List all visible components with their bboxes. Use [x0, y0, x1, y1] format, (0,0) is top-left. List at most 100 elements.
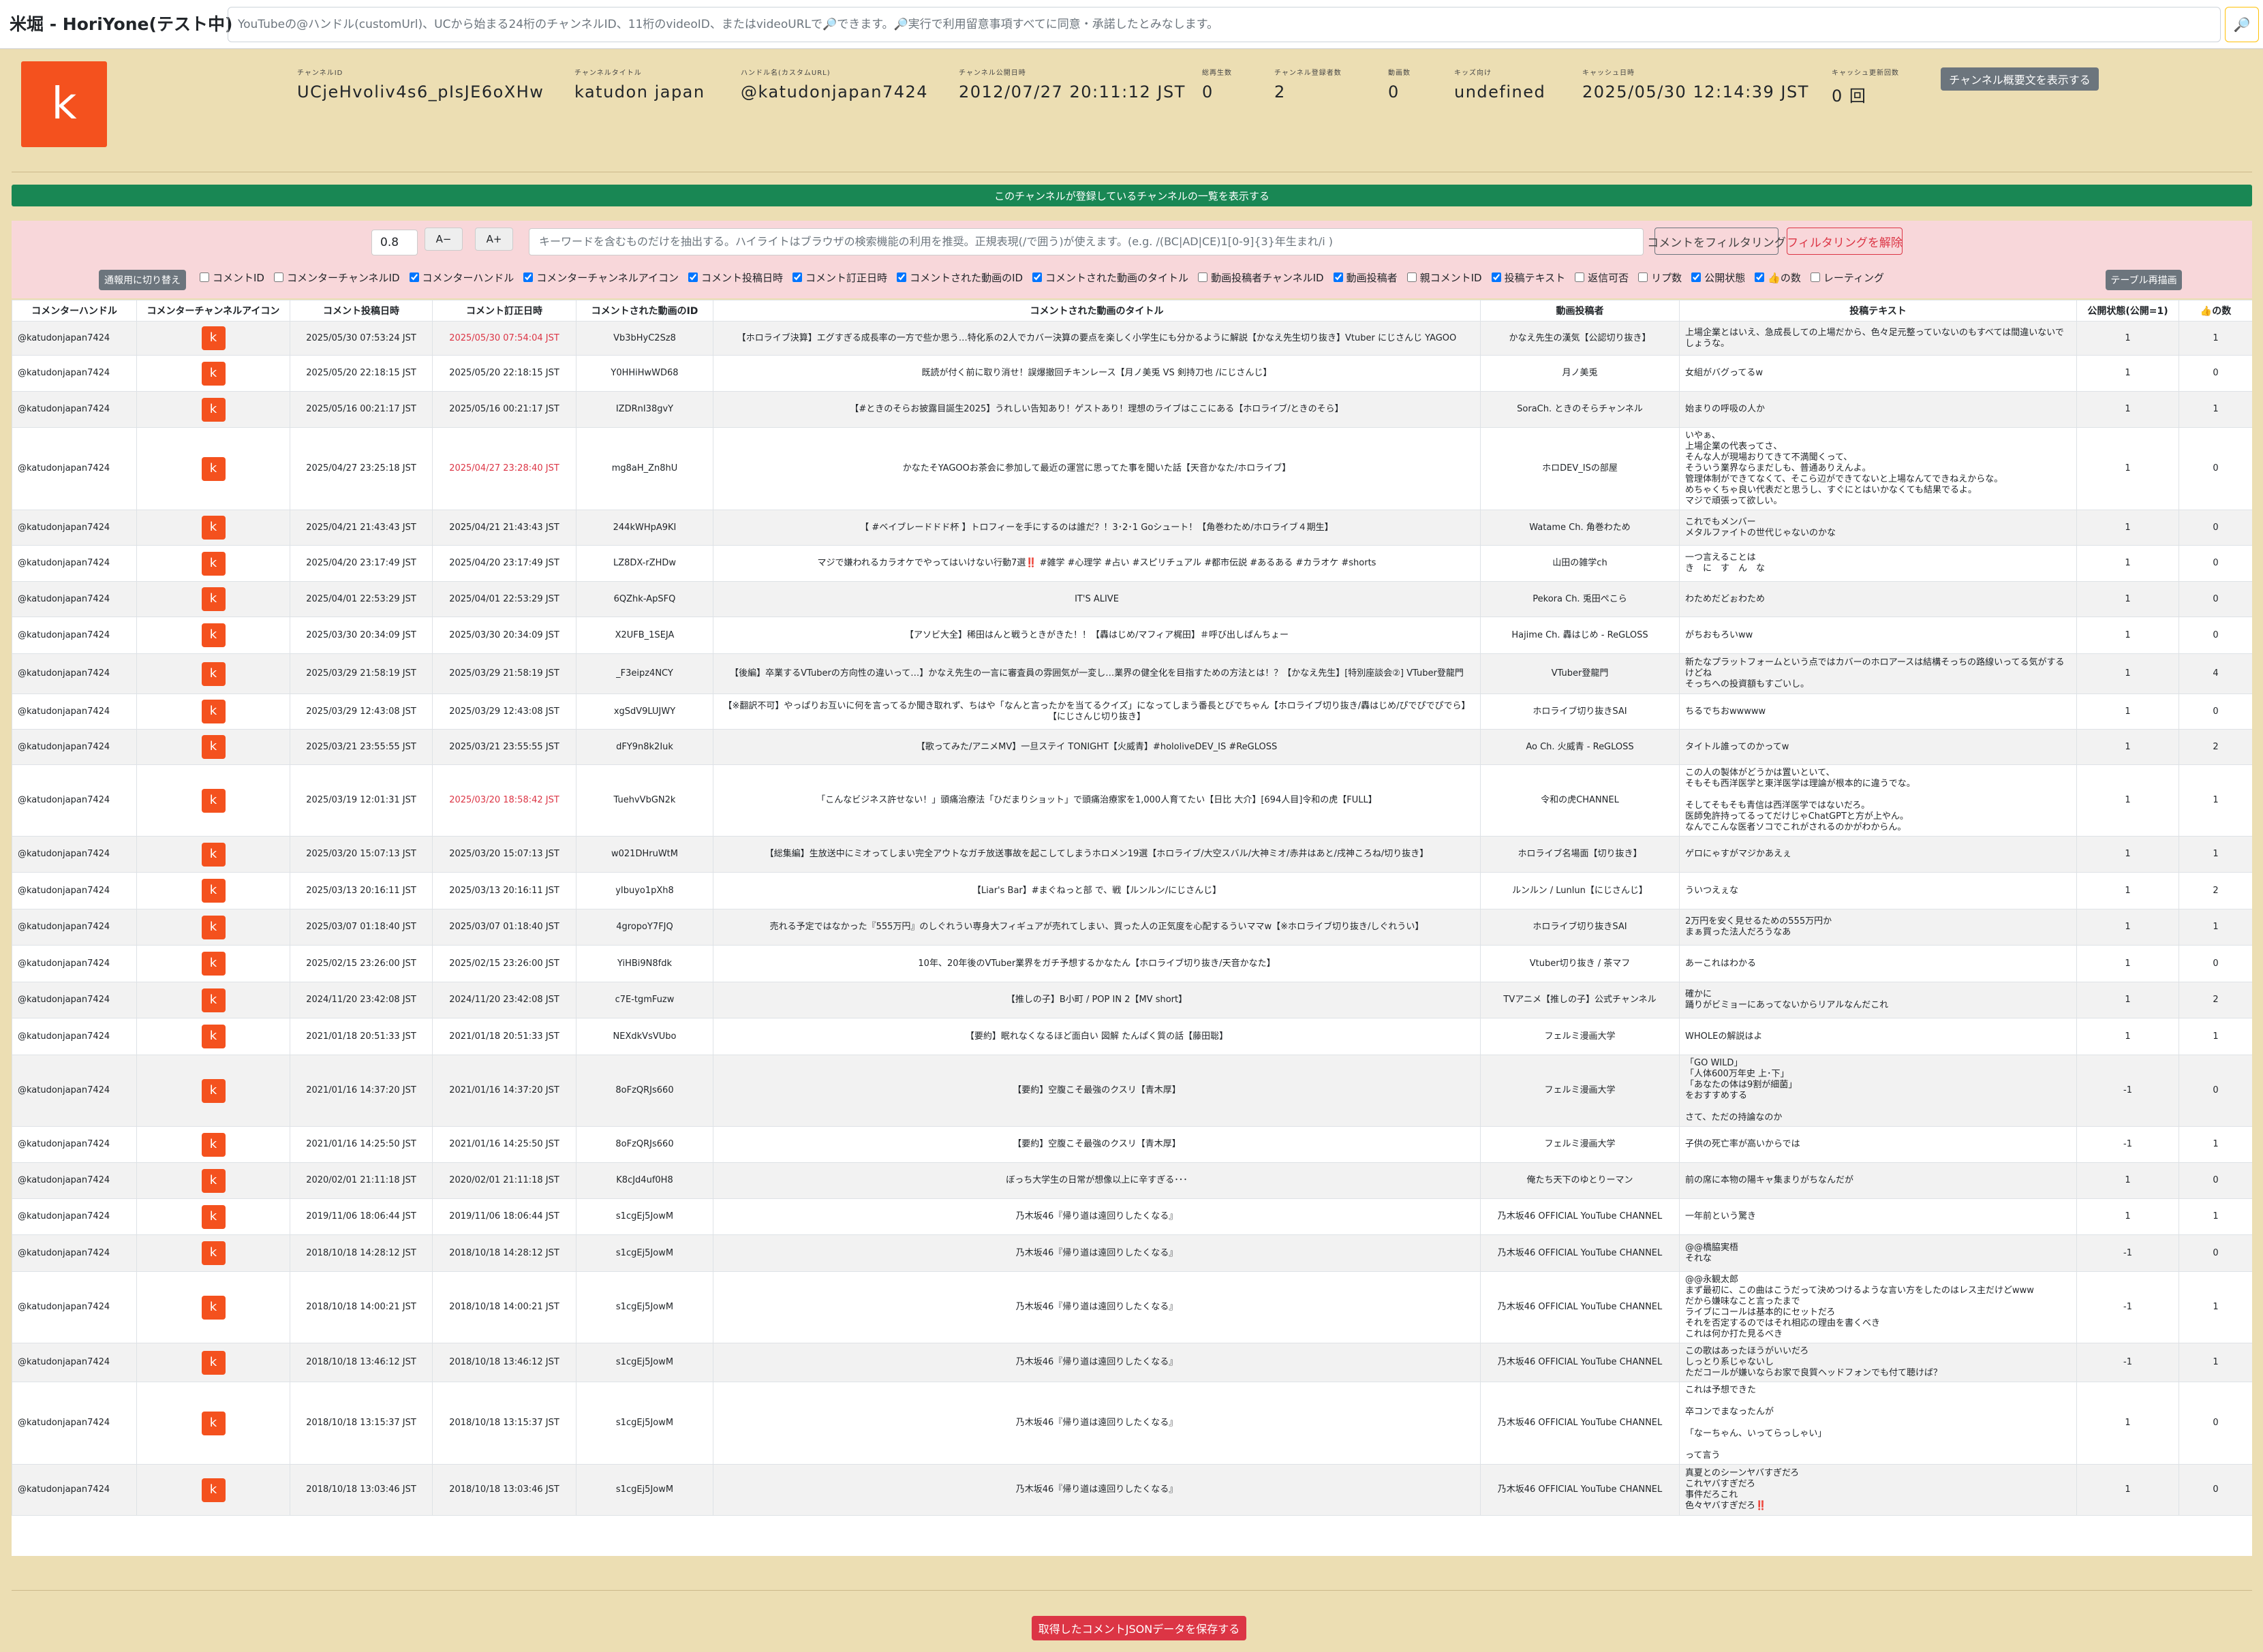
table-row[interactable]: @katudonjapan7424 k 2025/03/07 01:18:40 JS…: [12, 909, 2252, 946]
commenter-avatar[interactable]: k: [201, 456, 226, 481]
cell-handle[interactable]: @katudonjapan7424: [12, 764, 137, 837]
commenter-avatar[interactable]: k: [201, 361, 226, 386]
search-input[interactable]: YouTubeの@ハンドル(customUrl)、UCから始まる24桁のチャンネ…: [228, 7, 2221, 42]
table-row[interactable]: @katudonjapan7424 k 2025/04/21 21:43:43 JS…: [12, 510, 2252, 546]
column-toggle[interactable]: コメンターチャンネルID: [273, 270, 400, 285]
table-row[interactable]: @katudonjapan7424 k 2025/03/29 21:58:19 JS…: [12, 653, 2252, 694]
table-row[interactable]: @katudonjapan7424 k 2025/04/01 22:53:29 JS…: [12, 581, 2252, 617]
column-toggle-checkbox[interactable]: [1755, 272, 1765, 282]
commenter-avatar[interactable]: k: [201, 988, 226, 1012]
cell-video-id[interactable]: YiHBi9N8fdk: [576, 945, 713, 982]
column-toggle-checkbox[interactable]: [1491, 272, 1501, 282]
cell-video-id[interactable]: Vb3bHyC2Sz8: [576, 321, 713, 356]
table-row[interactable]: @katudonjapan7424 k 2025/05/30 07:53:24 JS…: [12, 321, 2252, 356]
cell-handle[interactable]: @katudonjapan7424: [12, 321, 137, 356]
cell-video-id[interactable]: s1cgEj5JowM: [576, 1271, 713, 1343]
table-row[interactable]: @katudonjapan7424 k 2025/03/21 23:55:55 JS…: [12, 729, 2252, 765]
cell-video-id[interactable]: yIbuyo1pXh8: [576, 872, 713, 909]
cell-video-id[interactable]: 8oFzQRJs660: [576, 1126, 713, 1163]
cell-handle[interactable]: @katudonjapan7424: [12, 1126, 137, 1163]
commenter-avatar[interactable]: k: [201, 1411, 226, 1435]
table-row[interactable]: @katudonjapan7424 k 2025/04/27 23:25:18 JS…: [12, 427, 2252, 510]
cell-handle[interactable]: @katudonjapan7424: [12, 617, 137, 654]
column-toggle-checkbox[interactable]: [1032, 272, 1043, 282]
cell-video-id[interactable]: s1cgEj5JowM: [576, 1234, 713, 1272]
table-row[interactable]: @katudonjapan7424 k 2018/10/18 13:15:37 JS…: [12, 1382, 2252, 1465]
cell-handle[interactable]: @katudonjapan7424: [12, 355, 137, 392]
cell-handle[interactable]: @katudonjapan7424: [12, 836, 137, 873]
column-header[interactable]: 投稿テキスト: [1679, 300, 2077, 322]
table-row[interactable]: @katudonjapan7424 k 2021/01/18 20:51:33 JS…: [12, 1018, 2252, 1055]
filter-comments-button[interactable]: コメントをフィルタリング: [1647, 228, 1786, 255]
table-row[interactable]: @katudonjapan7424 k 2018/10/18 14:28:12 JS…: [12, 1234, 2252, 1272]
table-row[interactable]: @katudonjapan7424 k 2018/10/18 14:00:21 JS…: [12, 1271, 2252, 1343]
clear-filter-button[interactable]: フィルタリングを解除: [1787, 228, 1903, 255]
table-row[interactable]: @katudonjapan7424 k 2024/11/20 23:42:08 JS…: [12, 982, 2252, 1018]
font-increase-button[interactable]: A+: [475, 228, 513, 251]
cell-video-id[interactable]: s1cgEj5JowM: [576, 1464, 713, 1516]
column-toggle-checkbox[interactable]: [792, 272, 803, 282]
cell-video-id[interactable]: LZ8DX-rZHDw: [576, 545, 713, 582]
column-toggle-checkbox[interactable]: [1575, 272, 1585, 282]
table-row[interactable]: @katudonjapan7424 k 2025/05/16 00:21:17 JS…: [12, 391, 2252, 428]
font-decrease-button[interactable]: A−: [425, 228, 463, 251]
column-toggle-checkbox[interactable]: [1810, 272, 1820, 282]
column-toggle[interactable]: 投稿テキスト: [1491, 270, 1565, 285]
column-header[interactable]: 動画投稿者: [1480, 300, 1680, 322]
cell-handle[interactable]: @katudonjapan7424: [12, 729, 137, 765]
table-row[interactable]: @katudonjapan7424 k 2025/02/15 23:26:00 JS…: [12, 945, 2252, 982]
cell-handle[interactable]: @katudonjapan7424: [12, 510, 137, 546]
search-button[interactable]: 🔎: [2225, 7, 2259, 42]
column-toggle[interactable]: コメント投稿日時: [688, 270, 783, 285]
table-row[interactable]: @katudonjapan7424 k 2020/02/01 21:11:18 JS…: [12, 1162, 2252, 1199]
cell-handle[interactable]: @katudonjapan7424: [12, 872, 137, 909]
commenter-avatar[interactable]: k: [201, 735, 226, 759]
commenter-avatar[interactable]: k: [201, 1350, 226, 1375]
column-toggle[interactable]: コメント訂正日時: [792, 270, 887, 285]
column-header[interactable]: コメンターハンドル: [12, 300, 137, 322]
cell-handle[interactable]: @katudonjapan7424: [12, 982, 137, 1018]
column-header[interactable]: 公開状態(公開=1): [2076, 300, 2179, 322]
table-row[interactable]: @katudonjapan7424 k 2021/01/16 14:25:50 JS…: [12, 1126, 2252, 1163]
commenter-avatar[interactable]: k: [201, 516, 226, 540]
column-toggle-checkbox[interactable]: [523, 272, 534, 282]
column-toggle-checkbox[interactable]: [409, 272, 419, 282]
cell-handle[interactable]: @katudonjapan7424: [12, 581, 137, 617]
column-toggle-checkbox[interactable]: [1333, 272, 1343, 282]
show-subscriptions-button[interactable]: このチャンネルが登録しているチャンネルの一覧を表示する: [12, 185, 2252, 206]
column-toggle-checkbox[interactable]: [1406, 272, 1417, 282]
table-row[interactable]: @katudonjapan7424 k 2025/03/13 20:16:11 JS…: [12, 872, 2252, 909]
cell-video-id[interactable]: c7E-tgmFuzw: [576, 982, 713, 1018]
column-toggle[interactable]: 動画投稿者チャンネルID: [1198, 270, 1324, 285]
commenter-avatar[interactable]: k: [201, 842, 226, 867]
cell-video-id[interactable]: w021DHruWtM: [576, 836, 713, 873]
cell-handle[interactable]: @katudonjapan7424: [12, 1162, 137, 1199]
cell-video-id[interactable]: K8cJd4uf0H8: [576, 1162, 713, 1199]
commenter-avatar[interactable]: k: [201, 397, 226, 422]
column-toggle[interactable]: コメントされた動画のタイトル: [1032, 270, 1188, 285]
commenter-avatar[interactable]: k: [201, 1132, 226, 1157]
cell-video-id[interactable]: s1cgEj5JowM: [576, 1382, 713, 1465]
cell-video-id[interactable]: TuehvVbGN2k: [576, 764, 713, 837]
cell-video-id[interactable]: X2UFB_1SEJA: [576, 617, 713, 654]
commenter-avatar[interactable]: k: [201, 1168, 226, 1193]
cell-video-id[interactable]: IZDRnI38gvY: [576, 391, 713, 428]
cell-video-id[interactable]: Y0HHiHwWD68: [576, 355, 713, 392]
commenter-avatar[interactable]: k: [201, 661, 226, 686]
column-toggle[interactable]: コメンターチャンネルアイコン: [523, 270, 679, 285]
table-row[interactable]: @katudonjapan7424 k 2025/03/30 20:34:09 JS…: [12, 617, 2252, 654]
cell-handle[interactable]: @katudonjapan7424: [12, 945, 137, 982]
column-header[interactable]: コメントされた動画のID: [576, 300, 713, 322]
column-header[interactable]: コメント訂正日時: [432, 300, 576, 322]
cell-handle[interactable]: @katudonjapan7424: [12, 545, 137, 582]
cell-video-id[interactable]: 6QZhk-ApSFQ: [576, 581, 713, 617]
cell-handle[interactable]: @katudonjapan7424: [12, 1382, 137, 1465]
show-channel-summary-button[interactable]: チャンネル概要文を表示する: [1941, 67, 2099, 91]
cell-handle[interactable]: @katudonjapan7424: [12, 391, 137, 428]
cell-handle[interactable]: @katudonjapan7424: [12, 1343, 137, 1382]
column-toggle[interactable]: リプ数: [1638, 270, 1682, 285]
cell-handle[interactable]: @katudonjapan7424: [12, 693, 137, 730]
commenter-avatar[interactable]: k: [201, 915, 226, 939]
column-toggle[interactable]: コメントされた動画のID: [897, 270, 1023, 285]
commenter-avatar[interactable]: k: [201, 1478, 226, 1502]
